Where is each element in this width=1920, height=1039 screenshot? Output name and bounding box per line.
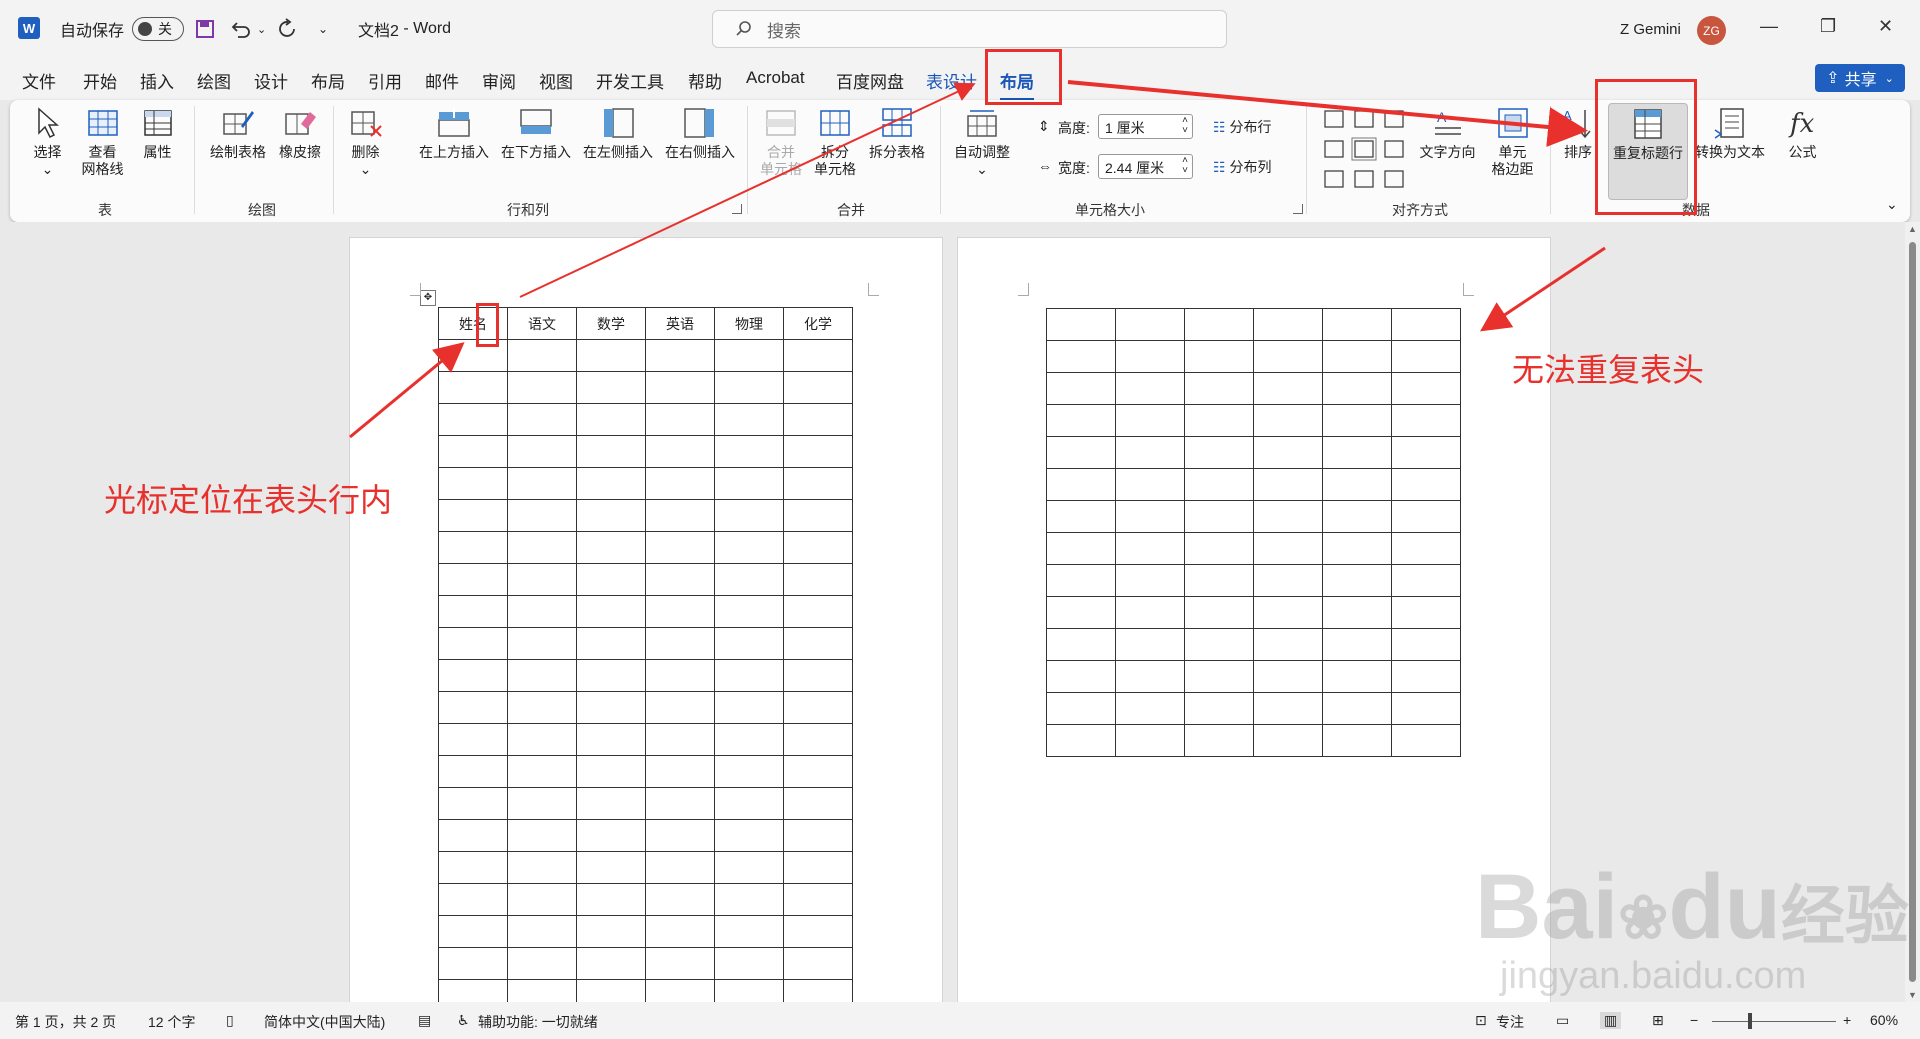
paw-icon: ❀ <box>1618 884 1669 951</box>
watermark-cn: 经验 <box>1780 880 1909 952</box>
watermark-brand-2: du <box>1668 856 1781 958</box>
baidu-watermark-logo: Bai❀du经验 <box>1475 855 1909 960</box>
accessibility-status[interactable]: 辅助功能: 一切就绪 <box>478 1012 598 1032</box>
annotation-no-repeat-note: 无法重复表头 <box>1512 352 1705 388</box>
zoom-level[interactable]: 60% <box>1870 1012 1898 1028</box>
highlight-cursor-cell <box>476 303 499 347</box>
language-indicator[interactable]: 简体中文(中国大陆) <box>264 1012 385 1032</box>
read-mode-icon[interactable]: ▭ <box>1556 1012 1569 1029</box>
watermark-brand: Bai <box>1475 856 1619 958</box>
zoom-slider[interactable] <box>1712 1021 1836 1022</box>
highlight-layout-tab <box>985 49 1062 105</box>
macro-recording-icon[interactable]: ▤ <box>418 1012 431 1029</box>
zoom-in-icon[interactable]: + <box>1843 1012 1851 1028</box>
focus-mode-button[interactable]: 专注 <box>1496 1012 1524 1032</box>
page-count[interactable]: 第 1 页，共 2 页 <box>15 1012 116 1032</box>
watermark-url: jingyan.baidu.com <box>1500 955 1807 997</box>
arrow-to-header-cell <box>349 342 465 439</box>
annotation-cursor-note: 光标定位在表头行内 <box>104 482 393 518</box>
accessibility-icon: ♿ <box>457 1012 470 1028</box>
highlight-repeat-header-button <box>1595 79 1697 215</box>
print-layout-icon[interactable]: ▥ <box>1600 1012 1622 1029</box>
zoom-slider-thumb[interactable] <box>1748 1013 1752 1029</box>
proofing-icon[interactable]: ▯ <box>226 1012 234 1029</box>
zoom-out-icon[interactable]: − <box>1690 1012 1698 1028</box>
word-count[interactable]: 12 个字 <box>148 1012 195 1032</box>
status-bar: 第 1 页，共 2 页 12 个字 ▯ 简体中文(中国大陆) ▤ ♿ 辅助功能:… <box>0 1002 1920 1039</box>
arrow-to-repeat-header <box>1067 80 1588 147</box>
arrow-to-layout-tab <box>519 82 976 298</box>
arrow-to-page2-table <box>1480 246 1606 332</box>
web-layout-icon[interactable]: ⊞ <box>1652 1012 1664 1029</box>
focus-mode-icon: ⊡ <box>1475 1012 1487 1028</box>
